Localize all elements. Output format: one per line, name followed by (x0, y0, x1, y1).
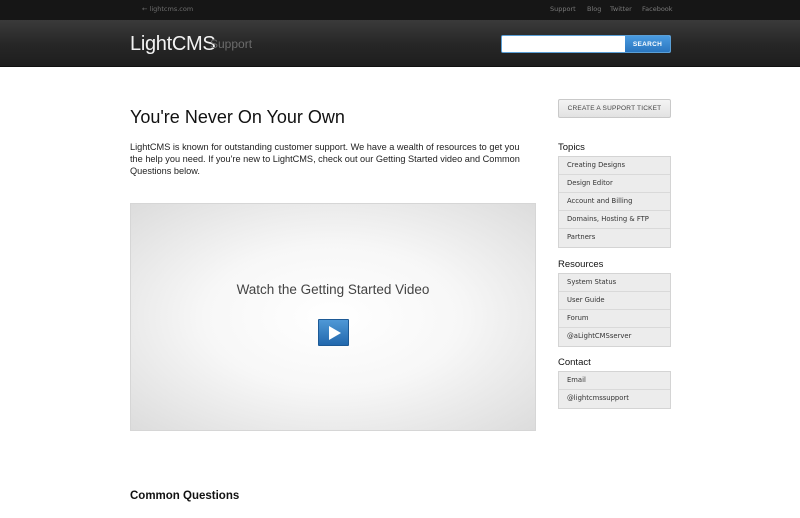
top-utility-bar: ← lightcms.com Support Blog Twitter Face… (0, 0, 800, 20)
back-to-site-link[interactable]: ← lightcms.com (142, 5, 193, 13)
resource-user-guide[interactable]: User Guide (559, 292, 670, 310)
topbar-link-support[interactable]: Support (550, 5, 576, 13)
topic-partners[interactable]: Partners (559, 229, 670, 247)
topic-account-billing[interactable]: Account and Billing (559, 193, 670, 211)
play-icon (329, 326, 341, 340)
resource-twitter-server[interactable]: @aLightCMSserver (559, 328, 670, 346)
resources-list: System Status User Guide Forum @aLightCM… (558, 273, 671, 347)
logo[interactable]: LightCMS (130, 33, 216, 56)
contact-email[interactable]: Email (559, 372, 670, 390)
search-box: SEARCH (501, 35, 671, 53)
topbar-link-facebook[interactable]: Facebook (642, 5, 673, 13)
common-questions-heading: Common Questions (130, 490, 240, 502)
video-title: Watch the Getting Started Video (236, 282, 430, 297)
resource-system-status[interactable]: System Status (559, 274, 670, 292)
play-button[interactable] (318, 319, 349, 346)
intro-text: LightCMS is known for outstanding custom… (130, 142, 520, 176)
topic-creating-designs[interactable]: Creating Designs (559, 157, 670, 175)
topic-design-editor[interactable]: Design Editor (559, 175, 670, 193)
site-header: LightCMS Support SEARCH (0, 20, 800, 67)
topics-list: Creating Designs Design Editor Account a… (558, 156, 671, 248)
resource-forum[interactable]: Forum (559, 310, 670, 328)
contact-twitter-support[interactable]: @lightcmssupport (559, 390, 670, 408)
contact-heading: Contact (558, 357, 591, 368)
search-button[interactable]: SEARCH (625, 36, 670, 52)
contact-list: Email @lightcmssupport (558, 371, 671, 409)
search-input[interactable] (502, 36, 625, 52)
topic-domains-hosting[interactable]: Domains, Hosting & FTP (559, 211, 670, 229)
getting-started-video[interactable]: Watch the Getting Started Video (130, 203, 536, 431)
page-title: You're Never On Your Own (130, 107, 345, 127)
topics-heading: Topics (558, 142, 585, 153)
logo-subtitle: Support (210, 37, 253, 51)
create-support-ticket-button[interactable]: CREATE A SUPPORT TICKET (558, 99, 671, 118)
resources-heading: Resources (558, 259, 604, 270)
topbar-link-blog[interactable]: Blog (587, 5, 601, 13)
topbar-link-twitter[interactable]: Twitter (610, 5, 632, 13)
